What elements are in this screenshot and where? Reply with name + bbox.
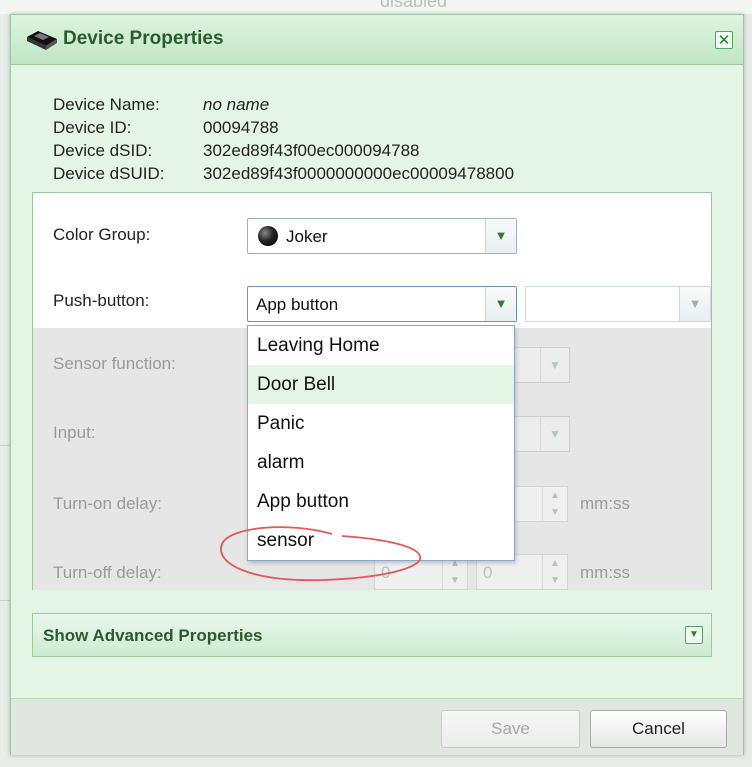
turn-on-delay-label: Turn-on delay: xyxy=(53,494,162,513)
turn-off-unit: mm:ss xyxy=(580,563,631,582)
save-button[interactable]: Save xyxy=(441,710,580,748)
dropdown-option[interactable]: Leaving Home xyxy=(248,326,514,365)
device-icon xyxy=(27,31,57,50)
background-strip xyxy=(0,0,752,14)
device-id-row: Device ID: 00094788 xyxy=(53,116,514,139)
device-dsuid-value: 302ed89f43f0000000000ec00009478800 xyxy=(203,164,515,183)
dropdown-option[interactable]: App button xyxy=(248,482,514,521)
dialog-titlebar[interactable]: Device Properties ✕ xyxy=(11,15,743,65)
device-dsid-row: Device dSID: 302ed89f43f00ec000094788 xyxy=(53,139,514,162)
decrement-icon: ▼ xyxy=(550,575,560,586)
show-advanced-properties-label: Show Advanced Properties xyxy=(43,626,263,645)
push-button-value: App button xyxy=(256,295,339,314)
decrement-icon: ▼ xyxy=(450,575,460,586)
chevron-down-icon[interactable]: ▼ xyxy=(685,626,703,644)
push-button-secondary-select[interactable]: ▼ xyxy=(525,286,711,322)
device-dsid-label: Device dSID: xyxy=(53,141,153,160)
device-name-label: Device Name: xyxy=(53,95,160,114)
sensor-function-label: Sensor function: xyxy=(53,354,176,373)
dropdown-option[interactable]: Panic xyxy=(248,404,514,443)
dropdown-option[interactable]: alarm xyxy=(248,443,514,482)
device-dsid-value: 302ed89f43f00ec000094788 xyxy=(203,141,420,160)
turn-off-seconds-value: 0 xyxy=(483,563,493,582)
cancel-button[interactable]: Cancel xyxy=(590,710,727,748)
chevron-down-icon: ▼ xyxy=(540,417,569,451)
device-info: Device Name: no name Device ID: 00094788… xyxy=(53,93,514,185)
joker-color-icon xyxy=(258,226,278,246)
chevron-down-icon[interactable]: ▼ xyxy=(485,287,516,321)
device-id-value: 00094788 xyxy=(203,118,279,137)
device-name-row: Device Name: no name xyxy=(53,93,514,116)
increment-icon: ▲ xyxy=(550,490,560,501)
input-label: Input: xyxy=(53,423,96,442)
color-group-select[interactable]: Joker ▼ xyxy=(247,218,517,254)
color-group-value: Joker xyxy=(286,227,328,246)
close-icon[interactable]: ✕ xyxy=(715,31,733,49)
background-divider xyxy=(0,600,10,601)
dropdown-option[interactable]: Door Bell xyxy=(248,365,514,404)
chevron-down-icon[interactable]: ▼ xyxy=(485,219,516,253)
device-id-label: Device ID: xyxy=(53,118,132,137)
push-button-select[interactable]: App button ▼ xyxy=(247,286,517,322)
decrement-icon: ▼ xyxy=(550,507,560,518)
red-annotation-ellipse xyxy=(220,526,421,581)
dialog-title: Device Properties xyxy=(63,28,224,49)
show-advanced-properties-bar[interactable]: Show Advanced Properties ▼ xyxy=(32,613,712,657)
device-dsuid-label: Device dSUID: xyxy=(53,164,165,183)
push-button-label: Push-button: xyxy=(53,291,150,310)
increment-icon: ▲ xyxy=(550,558,560,569)
turn-on-unit: mm:ss xyxy=(580,494,631,513)
background-ghost-text: disabled xyxy=(380,0,448,11)
turn-off-delay-label: Turn-off delay: xyxy=(53,563,162,582)
chevron-down-icon[interactable]: ▼ xyxy=(679,287,710,321)
device-name-value: no name xyxy=(203,95,270,114)
color-group-label: Color Group: xyxy=(53,225,151,244)
chevron-down-icon: ▼ xyxy=(540,348,569,382)
background-divider xyxy=(0,445,10,446)
device-dsuid-row: Device dSUID: 302ed89f43f0000000000ec000… xyxy=(53,162,514,185)
